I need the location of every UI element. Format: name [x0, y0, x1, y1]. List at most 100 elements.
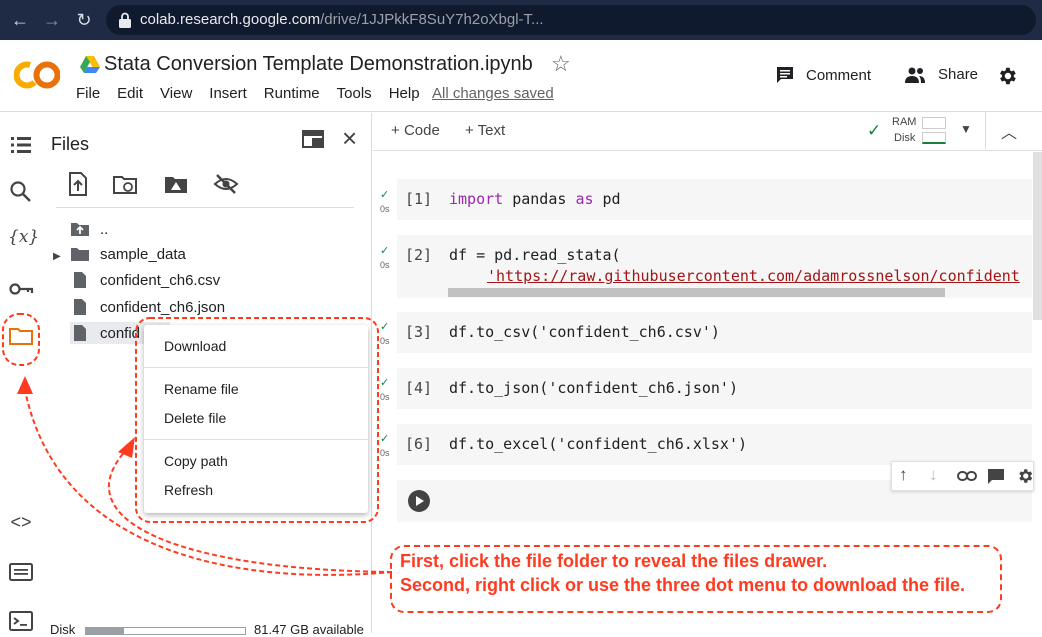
mount-drive-icon[interactable] [163, 171, 189, 197]
key-icon[interactable] [8, 277, 34, 301]
resources-dropdown-icon[interactable]: ▼ [960, 122, 972, 136]
menu-help[interactable]: Help [389, 85, 420, 102]
add-text-label: Text [477, 122, 506, 139]
back-arrow-icon[interactable]: ← [8, 8, 32, 32]
settings-gear-icon[interactable] [1016, 467, 1034, 485]
code-cell-6[interactable]: [6] df.to_excel('confident_ch6.xlsx') [397, 424, 1032, 465]
instruction-line-2: Second, right click or use the three dot… [400, 575, 966, 595]
address-bar[interactable]: colab.research.google.com/drive/1JJPkkF8… [106, 5, 1036, 35]
terminal-icon[interactable] [8, 609, 34, 633]
add-text-button[interactable]: + Text [465, 122, 505, 139]
google-drive-icon [80, 56, 100, 73]
comment-button[interactable]: Comment [776, 66, 871, 84]
move-up-icon[interactable]: ↑ [899, 465, 908, 485]
cell-exec-count: [6] [405, 435, 433, 453]
disk-label: Disk [50, 622, 76, 637]
open-in-tab-icon[interactable] [302, 130, 324, 148]
people-icon [905, 67, 925, 83]
share-label: Share [938, 66, 979, 83]
cell-code[interactable]: import pandas as pd [449, 190, 621, 208]
forward-arrow-icon[interactable]: → [40, 8, 64, 32]
file-icon [74, 325, 86, 341]
toolbar-divider [985, 111, 986, 149]
tree-item-label: .. [100, 220, 109, 238]
tree-item-csv[interactable]: confident_ch6.csv [70, 269, 220, 291]
tree-item-label: sample_data [100, 245, 186, 263]
cell-code[interactable]: df.to_excel('confident_ch6.xlsx') [449, 435, 747, 453]
run-status-check-icon: ✓ [380, 377, 390, 389]
menu-item-copy-path[interactable]: Copy path [164, 453, 228, 469]
cell-toolbar: ↑ ↓ [891, 461, 1034, 491]
comment-icon[interactable] [987, 468, 1005, 485]
menu-divider [144, 439, 368, 440]
tree-item-json[interactable]: confident_ch6.json [70, 296, 225, 318]
exec-time: 0s [380, 392, 390, 402]
instruction-text: First, click the file folder to reveal t… [400, 549, 965, 597]
add-code-button[interactable]: + Code [391, 122, 440, 139]
menu-item-rename[interactable]: Rename file [164, 381, 239, 397]
cell-code-line-2[interactable]: 'https://raw.githubusercontent.com/adamr… [487, 267, 1020, 285]
tree-item-parent[interactable]: .. [70, 218, 108, 240]
table-of-contents-icon[interactable] [8, 133, 34, 157]
search-icon[interactable] [8, 179, 34, 203]
file-icon [74, 272, 86, 288]
expand-arrow-icon[interactable]: ▶ [53, 251, 61, 262]
file-context-menu: Download Rename file Delete file Copy pa… [144, 325, 368, 513]
instruction-line-1: First, click the file folder to reveal t… [400, 551, 828, 571]
tree-item-sample-data[interactable]: sample_data [70, 243, 186, 265]
code-cell-1[interactable]: [1] import pandas as pd [397, 179, 1032, 220]
menu-runtime[interactable]: Runtime [264, 85, 320, 102]
run-status-check-icon: ✓ [380, 189, 390, 201]
menu-edit[interactable]: Edit [117, 85, 143, 102]
cell-exec-count: [3] [405, 323, 433, 341]
disk-available: 81.47 GB available [254, 622, 364, 637]
hide-files-icon[interactable] [213, 171, 239, 197]
cell-code[interactable]: df.to_csv('confident_ch6.csv') [449, 323, 720, 341]
reload-icon[interactable]: ↻ [72, 8, 96, 32]
collapse-chevron-icon[interactable]: ︿ [1001, 119, 1017, 143]
file-icon [74, 299, 86, 315]
left-rail: {x} <> [0, 113, 40, 633]
command-palette-icon[interactable] [8, 560, 34, 584]
settings-gear-icon[interactable] [996, 65, 1018, 87]
code-cell-4[interactable]: [4] df.to_json('confident_ch6.json') [397, 368, 1032, 409]
code-cell-3[interactable]: [3] df.to_csv('confident_ch6.csv') [397, 312, 1032, 353]
refresh-folder-icon[interactable] [112, 171, 138, 197]
tree-item-label: confid [100, 324, 141, 342]
cell-horizontal-scrollbar[interactable] [448, 288, 945, 297]
menu-item-delete[interactable]: Delete file [164, 410, 226, 426]
share-button[interactable]: Share [904, 66, 978, 83]
menu-tools[interactable]: Tools [337, 85, 372, 102]
menu-item-download[interactable]: Download [164, 338, 226, 354]
run-status-check-icon: ✓ [380, 245, 390, 257]
variables-icon[interactable]: {x} [8, 227, 39, 251]
tree-item-label: confident_ch6.csv [100, 271, 221, 289]
menu-view[interactable]: View [160, 85, 192, 102]
link-icon[interactable] [957, 470, 977, 482]
colab-header: Stata Conversion Template Demonstration.… [0, 40, 1042, 112]
tree-item-label: confident_ch6.json [100, 298, 226, 316]
upload-file-icon[interactable] [65, 171, 91, 197]
menu-insert[interactable]: Insert [209, 85, 247, 102]
close-icon[interactable]: × [342, 125, 357, 151]
cell-code-line-1[interactable]: df = pd.read_stata( [449, 246, 621, 264]
star-icon[interactable]: ☆ [551, 51, 571, 77]
ram-meter [922, 117, 946, 129]
notebook-title[interactable]: Stata Conversion Template Demonstration.… [104, 53, 533, 76]
folder-icon[interactable] [8, 324, 34, 348]
run-status-check-icon: ✓ [380, 433, 390, 445]
move-down-icon[interactable]: ↓ [929, 465, 938, 485]
menu-item-refresh[interactable]: Refresh [164, 482, 213, 498]
notebook-scrollbar[interactable] [1033, 152, 1042, 320]
cell-exec-count: [4] [405, 379, 433, 397]
menu-bar: File Edit View Insert Runtime Tools Help [76, 85, 437, 102]
menu-file[interactable]: File [76, 85, 100, 102]
code-snippets-icon[interactable]: <> [8, 512, 34, 536]
colab-logo-icon[interactable] [14, 58, 60, 92]
cell-code[interactable]: df.to_json('confident_ch6.json') [449, 379, 738, 397]
folder-up-icon [71, 223, 89, 236]
url-path: /drive/1JJPkkF8SuY7h2oXbgl-T... [320, 11, 544, 28]
lock-icon [119, 12, 131, 28]
run-cell-icon[interactable] [408, 490, 430, 512]
save-status-link[interactable]: All changes saved [432, 85, 554, 102]
